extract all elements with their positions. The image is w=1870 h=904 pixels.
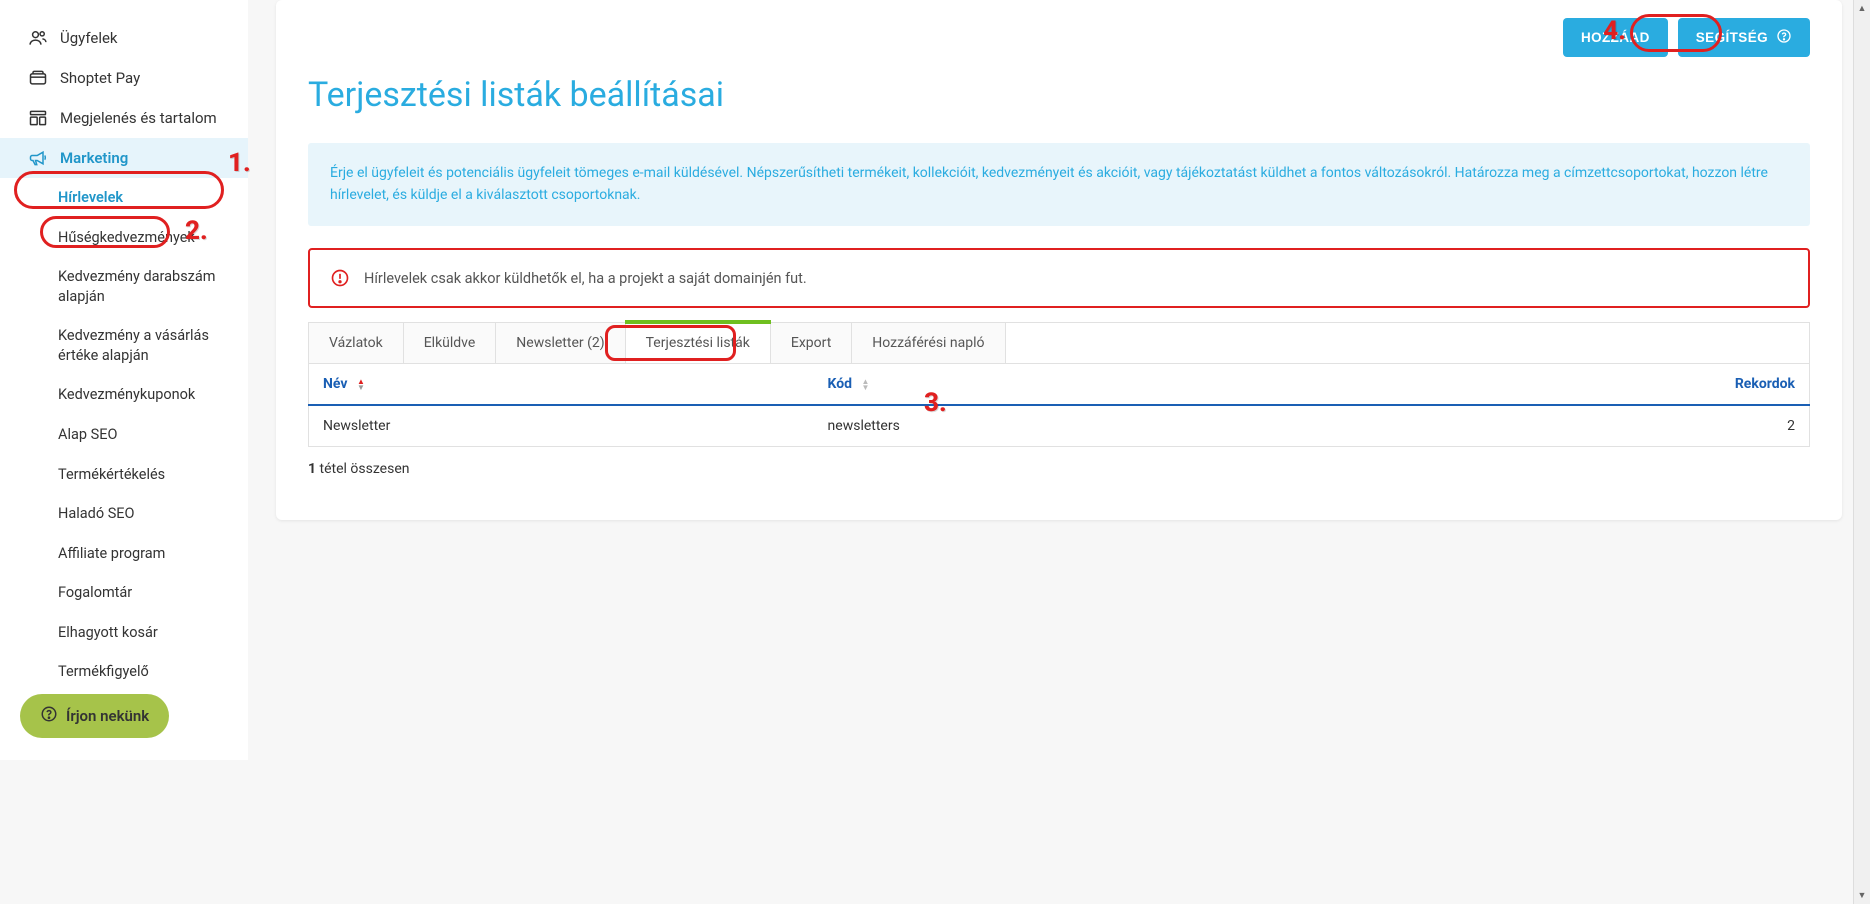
- th-code[interactable]: Kód ▲▼: [814, 364, 1343, 406]
- sidebar-item-label: Marketing: [60, 149, 128, 167]
- help-circle-icon: [1776, 28, 1792, 47]
- layout-icon: [28, 108, 48, 128]
- help-button[interactable]: SEGÍTSÉG: [1678, 18, 1810, 57]
- tab-distribution-lists[interactable]: Terjesztési listák: [626, 323, 771, 363]
- sidebar-item-shoptet-pay[interactable]: Shoptet Pay: [0, 58, 248, 98]
- distribution-table: Név ▲▼ Kód ▲▼ Rekordok: [308, 363, 1810, 447]
- content-panel: HOZZÁAD SEGÍTSÉG Terjesztési listák beál…: [276, 0, 1842, 520]
- sidebar-sub-basic-seo[interactable]: Alap SEO: [0, 415, 248, 455]
- info-box: Érje el ügyfeleit és potenciális ügyfele…: [308, 143, 1810, 226]
- sidebar-sub-loyalty[interactable]: Hűségkedvezmények: [0, 218, 248, 258]
- sort-icon: ▲▼: [862, 379, 870, 391]
- sidebar-sub-product-watch[interactable]: Termékfigyelő: [0, 652, 248, 692]
- sidebar-sub-affiliate[interactable]: Affiliate program: [0, 534, 248, 574]
- tab-export[interactable]: Export: [771, 323, 852, 363]
- scrollbar[interactable]: ▲ ▼: [1853, 0, 1870, 904]
- sidebar-sub-product-rating[interactable]: Termékértékelés: [0, 455, 248, 495]
- tab-drafts[interactable]: Vázlatok: [309, 323, 404, 363]
- alert-icon: [330, 268, 350, 288]
- sidebar-item-customers[interactable]: Ügyfelek: [0, 18, 248, 58]
- scroll-down-button[interactable]: ▼: [1854, 887, 1870, 904]
- tabs: Vázlatok Elküldve Newsletter (2) Terjesz…: [308, 322, 1810, 363]
- sidebar-sub-value-discount[interactable]: Kedvezmény a vásárlás értéke alapján: [0, 316, 248, 375]
- sidebar-item-label: Ügyfelek: [60, 29, 118, 47]
- sidebar: Ügyfelek Shoptet Pay Megjelenés és tarta…: [0, 0, 248, 760]
- main-area: HOZZÁAD SEGÍTSÉG Terjesztési listák beál…: [248, 0, 1870, 760]
- sidebar-sub-abandoned-cart[interactable]: Elhagyott kosár: [0, 613, 248, 653]
- warning-box: Hírlevelek csak akkor küldhetők el, ha a…: [308, 248, 1810, 308]
- sort-icon: ▲▼: [357, 379, 365, 391]
- sidebar-item-appearance[interactable]: Megjelenés és tartalom: [0, 98, 248, 138]
- sidebar-sub-qty-discount[interactable]: Kedvezmény darabszám alapján: [0, 257, 248, 316]
- warning-text: Hírlevelek csak akkor küldhetők el, ha a…: [364, 270, 807, 287]
- cell-name: Newsletter: [309, 405, 814, 447]
- table-summary: 1 tétel összesen: [308, 461, 1810, 477]
- cell-records: 2: [1342, 405, 1809, 447]
- sidebar-sub-coupons[interactable]: Kedvezménykuponok: [0, 375, 248, 415]
- tab-sent[interactable]: Elküldve: [404, 323, 497, 363]
- sidebar-sub-glossary[interactable]: Fogalomtár: [0, 573, 248, 613]
- tab-newsletter[interactable]: Newsletter (2): [496, 323, 625, 363]
- write-us-button[interactable]: Írjon nekünk: [20, 694, 169, 738]
- users-icon: [28, 28, 48, 48]
- cell-code: newsletters: [814, 405, 1343, 447]
- megaphone-icon: [28, 148, 48, 168]
- page-title: Terjesztési listák beállításai: [308, 75, 1810, 115]
- scroll-up-button[interactable]: ▲: [1854, 0, 1870, 17]
- sidebar-item-marketing[interactable]: Marketing: [0, 138, 248, 178]
- tab-access-log[interactable]: Hozzáférési napló: [852, 323, 1005, 363]
- sidebar-item-label: Shoptet Pay: [60, 69, 140, 87]
- wallet-icon: [28, 68, 48, 88]
- add-button[interactable]: HOZZÁAD: [1563, 18, 1668, 57]
- table-row[interactable]: Newsletter newsletters 2: [309, 405, 1810, 447]
- sidebar-item-label: Megjelenés és tartalom: [60, 109, 217, 127]
- th-records[interactable]: Rekordok: [1342, 364, 1809, 406]
- help-circle-icon: [40, 705, 58, 727]
- top-buttons: HOZZÁAD SEGÍTSÉG: [308, 18, 1810, 57]
- sidebar-sub-advanced-seo[interactable]: Haladó SEO: [0, 494, 248, 534]
- th-name[interactable]: Név ▲▼: [309, 364, 814, 406]
- sidebar-sub-newsletters[interactable]: Hírlevelek: [0, 178, 248, 218]
